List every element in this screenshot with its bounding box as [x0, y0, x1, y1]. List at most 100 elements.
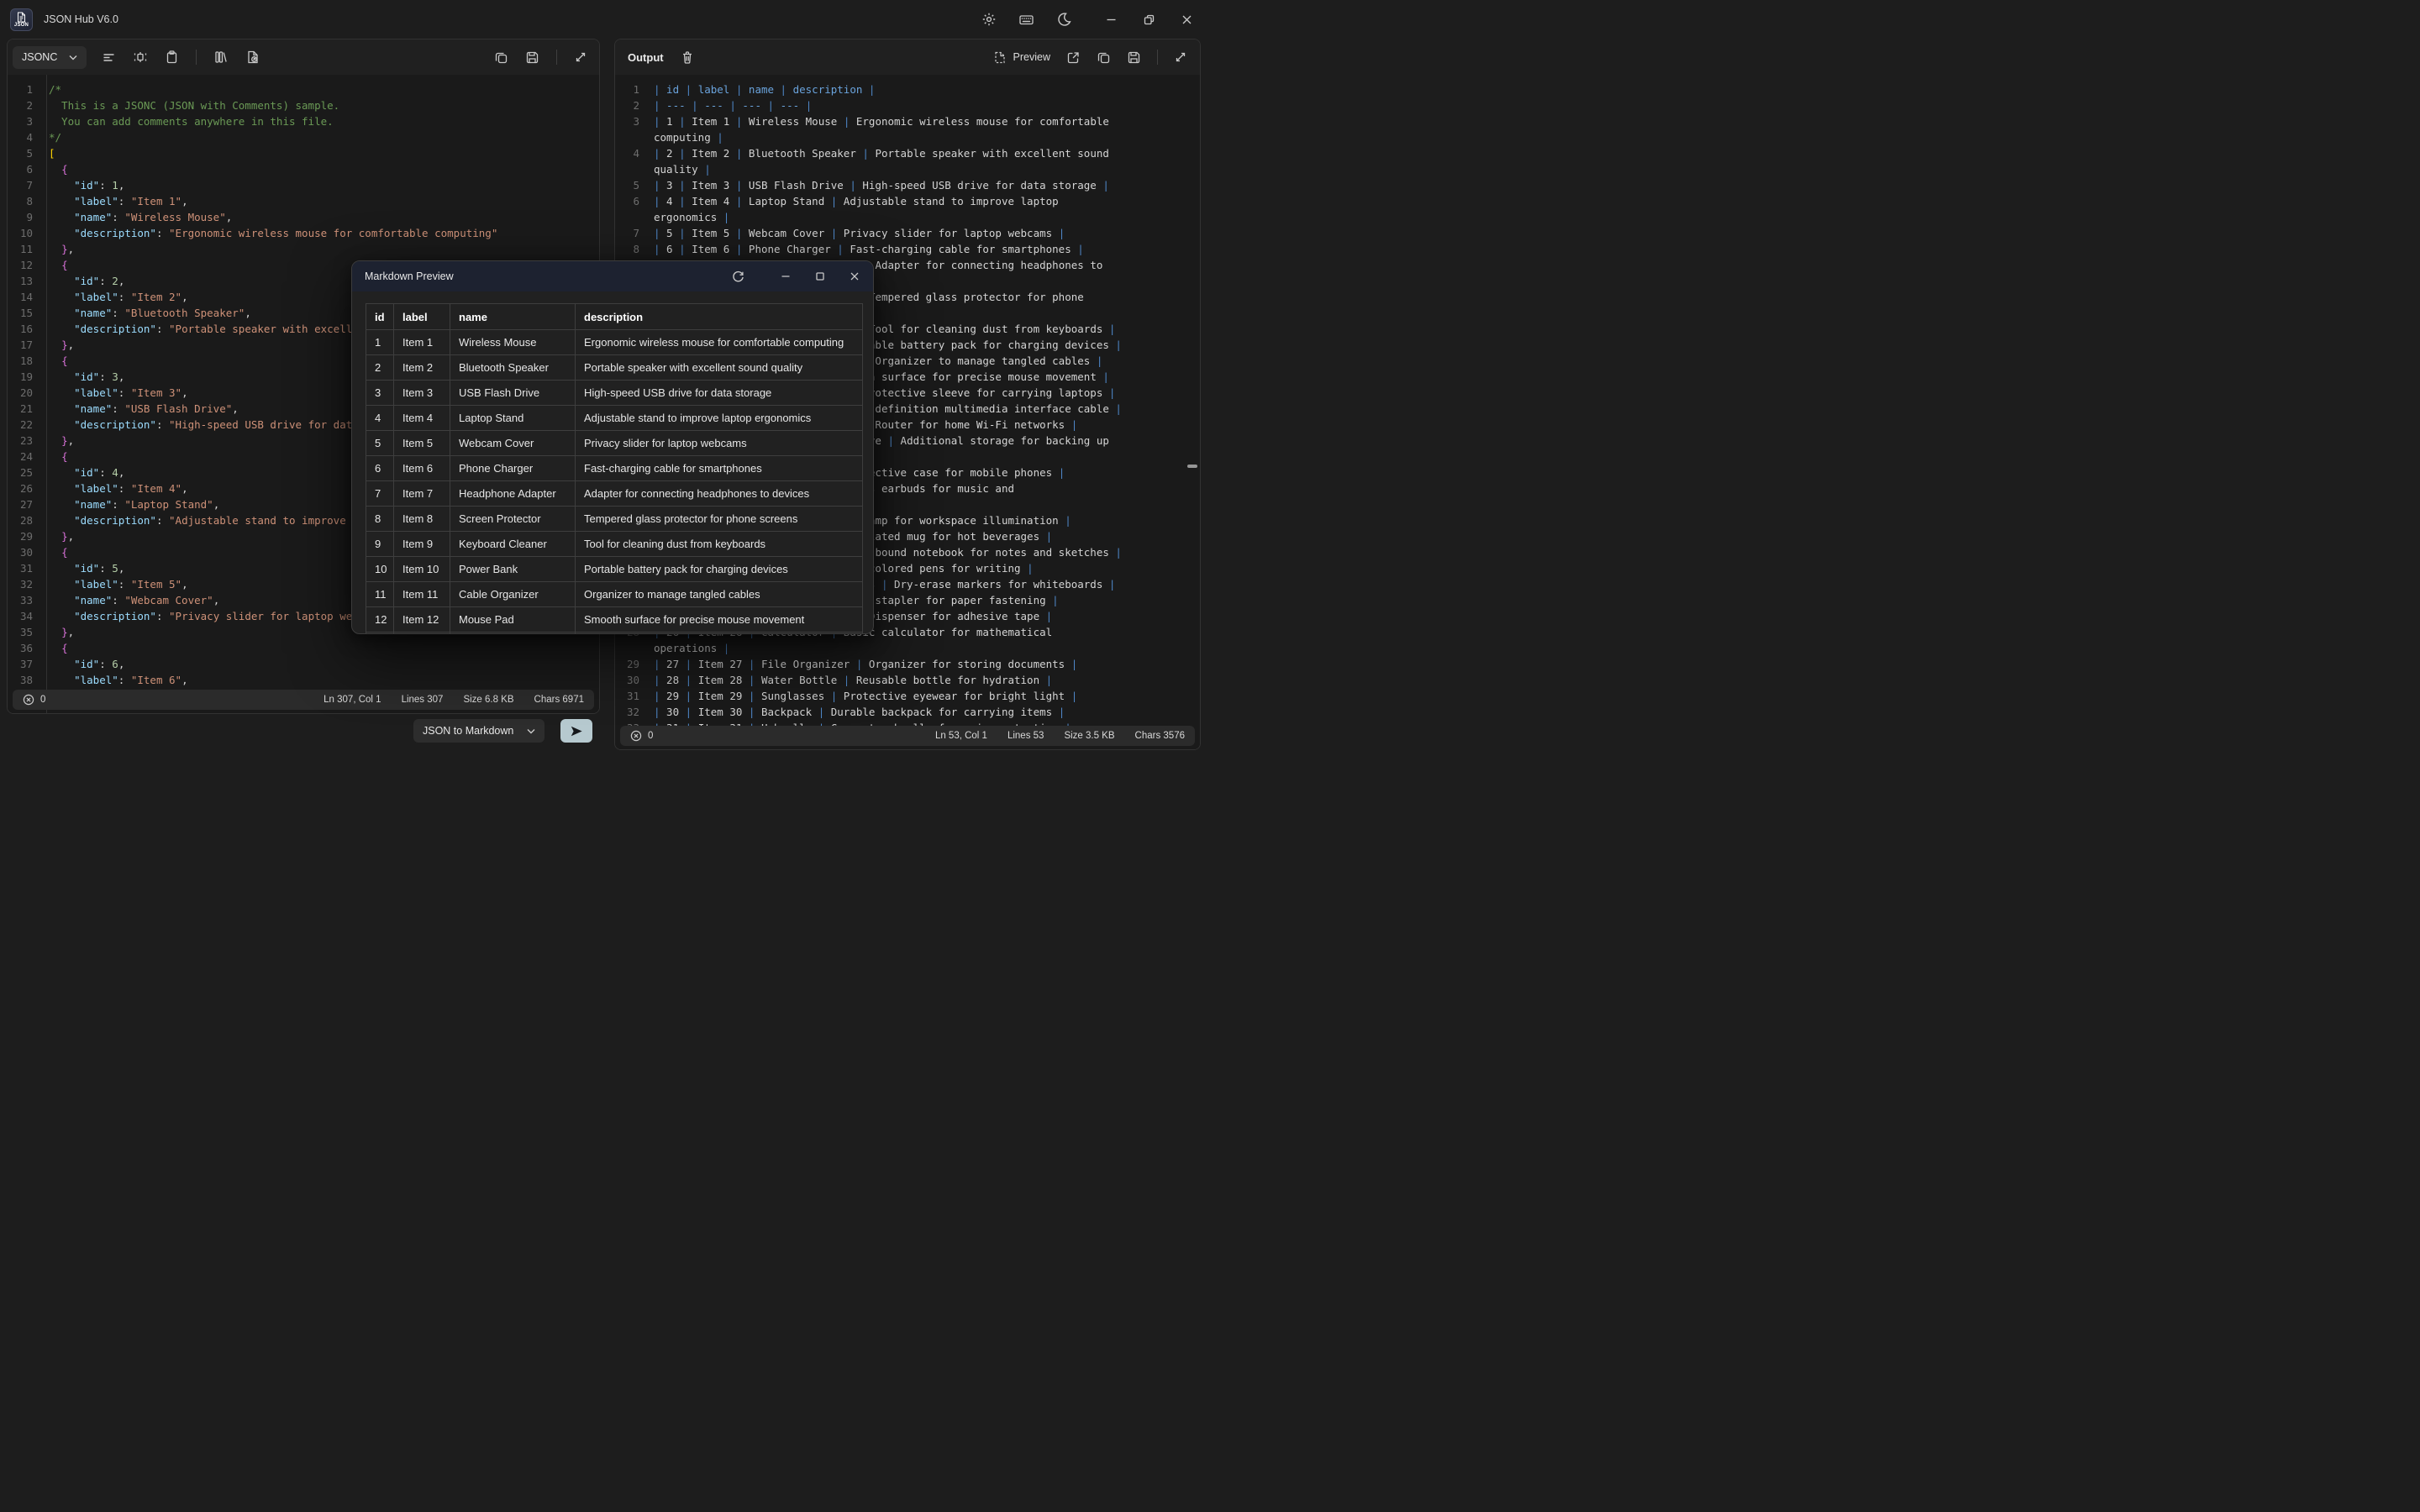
table-cell: 12	[366, 607, 394, 633]
maximize-icon	[814, 270, 826, 282]
output-text: | 30 | Item 30 | Backpack | Durable back…	[644, 704, 1065, 720]
code-line: 38 "label": "Item 6",	[8, 672, 599, 688]
table-cell: Item 13	[394, 633, 450, 635]
close-icon	[1181, 13, 1193, 26]
samples-button[interactable]	[213, 50, 229, 65]
copy-output-button[interactable]	[1097, 50, 1111, 65]
line-number	[615, 209, 644, 225]
code-text: "name": "USB Flash Drive",	[46, 401, 239, 417]
line-number: 20	[8, 385, 46, 401]
preview-button[interactable]: Preview	[993, 50, 1050, 65]
line-number: 14	[8, 289, 46, 305]
cursor-position: Ln 53, Col 1	[935, 731, 987, 741]
code-text: {	[46, 353, 68, 369]
minimize-button[interactable]	[1105, 13, 1118, 26]
table-row: 11Item 11Cable OrganizerOrganizer to man…	[366, 582, 863, 607]
language-select[interactable]: JSONC	[13, 46, 87, 69]
error-count: 0	[648, 731, 653, 741]
output-line: 2| --- | --- | --- | --- |	[615, 97, 1200, 113]
format-lines-icon	[102, 50, 116, 65]
table-cell: Portable speaker with excellent sound qu…	[576, 355, 863, 381]
modal-title-bar: Markdown Preview	[352, 261, 873, 291]
restore-button[interactable]	[1143, 13, 1155, 26]
code-text: "id": 2,	[46, 273, 124, 289]
copy-icon	[494, 50, 508, 65]
output-line: 6| 4 | Item 4 | Laptop Stand | Adjustabl…	[615, 193, 1200, 209]
save-output-button[interactable]	[1127, 50, 1141, 65]
cursor-position: Ln 307, Col 1	[324, 695, 381, 705]
output-line: ergonomics |	[615, 209, 1200, 225]
share-output-button[interactable]	[1066, 50, 1081, 65]
line-number: 1	[615, 81, 644, 97]
line-number: 1	[8, 81, 46, 97]
toolbar-divider	[196, 50, 197, 65]
table-header-cell: label	[394, 304, 450, 330]
paste-button[interactable]	[165, 50, 179, 65]
restore-icon	[1143, 13, 1155, 26]
output-text: | 29 | Item 29 | Sunglasses | Protective…	[644, 688, 1077, 704]
table-cell: High-speed USB drive for data storage	[576, 381, 863, 406]
line-number	[615, 161, 644, 177]
table-row: 5Item 5Webcam CoverPrivacy slider for la…	[366, 431, 863, 456]
copy-input-button[interactable]	[494, 50, 508, 65]
output-text: | 4 | Item 4 | Laptop Stand | Adjustable…	[644, 193, 1059, 209]
output-line: 32| 30 | Item 30 | Backpack | Durable ba…	[615, 704, 1200, 720]
conversion-mode-select[interactable]: JSON to Markdown	[413, 719, 544, 743]
table-cell: 10	[366, 557, 394, 582]
code-text: "name": "Webcam Cover",	[46, 592, 219, 608]
file-import-icon	[245, 50, 260, 65]
line-number: 11	[8, 241, 46, 257]
output-text: | id | label | name | description |	[644, 81, 875, 97]
table-row: 2Item 2Bluetooth SpeakerPortable speaker…	[366, 355, 863, 381]
minify-button[interactable]	[133, 50, 148, 65]
line-number: 27	[8, 496, 46, 512]
line-number: 5	[615, 177, 644, 193]
load-file-button[interactable]	[245, 50, 260, 65]
clear-output-button[interactable]	[681, 50, 694, 65]
settings-button[interactable]	[981, 12, 997, 27]
format-button[interactable]	[102, 50, 116, 65]
table-cell: Power Bank	[450, 557, 576, 582]
table-cell: Item 2	[394, 355, 450, 381]
modal-minimize-button[interactable]	[780, 270, 792, 282]
modal-maximize-button[interactable]	[814, 270, 826, 282]
code-text: },	[46, 433, 74, 449]
table-cell: 2	[366, 355, 394, 381]
char-count: Chars 6971	[534, 695, 584, 705]
theme-toggle-button[interactable]	[1056, 12, 1071, 27]
table-row: 13Item 13Laptop SleeveProtective sleeve …	[366, 633, 863, 635]
save-icon	[1127, 50, 1141, 65]
title-bar: JSON JSON Hub V6.0	[0, 0, 1210, 39]
expand-input-button[interactable]	[574, 50, 587, 64]
preview-button-label: Preview	[1013, 51, 1050, 63]
table-cell: Item 1	[394, 330, 450, 355]
output-line: 1| id | label | name | description |	[615, 81, 1200, 97]
line-number: 16	[8, 321, 46, 337]
line-number	[615, 129, 644, 145]
close-button[interactable]	[1181, 13, 1193, 26]
table-cell: Item 5	[394, 431, 450, 456]
table-cell: Item 8	[394, 507, 450, 532]
keyboard-button[interactable]	[1018, 12, 1034, 28]
line-number: 26	[8, 480, 46, 496]
code-text: "label": "Item 1",	[46, 193, 188, 209]
output-line: 31| 29 | Item 29 | Sunglasses | Protecti…	[615, 688, 1200, 704]
output-scrollbar-thumb[interactable]	[1187, 465, 1197, 468]
line-number: 8	[615, 241, 644, 257]
modal-close-button[interactable]	[849, 270, 860, 282]
convert-button[interactable]	[560, 719, 592, 743]
code-line: 4*/	[8, 129, 599, 145]
code-text: You can add comments anywhere in this fi…	[46, 113, 334, 129]
table-cell: 13	[366, 633, 394, 635]
output-toolbar: Output Preview	[615, 39, 1200, 75]
table-cell: Adapter for connecting headphones to dev…	[576, 481, 863, 507]
line-number: 31	[615, 688, 644, 704]
expand-output-button[interactable]	[1174, 50, 1187, 64]
table-cell: 4	[366, 406, 394, 431]
table-cell: Smooth surface for precise mouse movemen…	[576, 607, 863, 633]
output-text: | 3 | Item 3 | USB Flash Drive | High-sp…	[644, 177, 1109, 193]
save-input-button[interactable]	[525, 50, 539, 65]
table-cell: Bluetooth Speaker	[450, 355, 576, 381]
modal-refresh-button[interactable]	[731, 270, 745, 284]
output-line: 8| 6 | Item 6 | Phone Charger | Fast-cha…	[615, 241, 1200, 257]
